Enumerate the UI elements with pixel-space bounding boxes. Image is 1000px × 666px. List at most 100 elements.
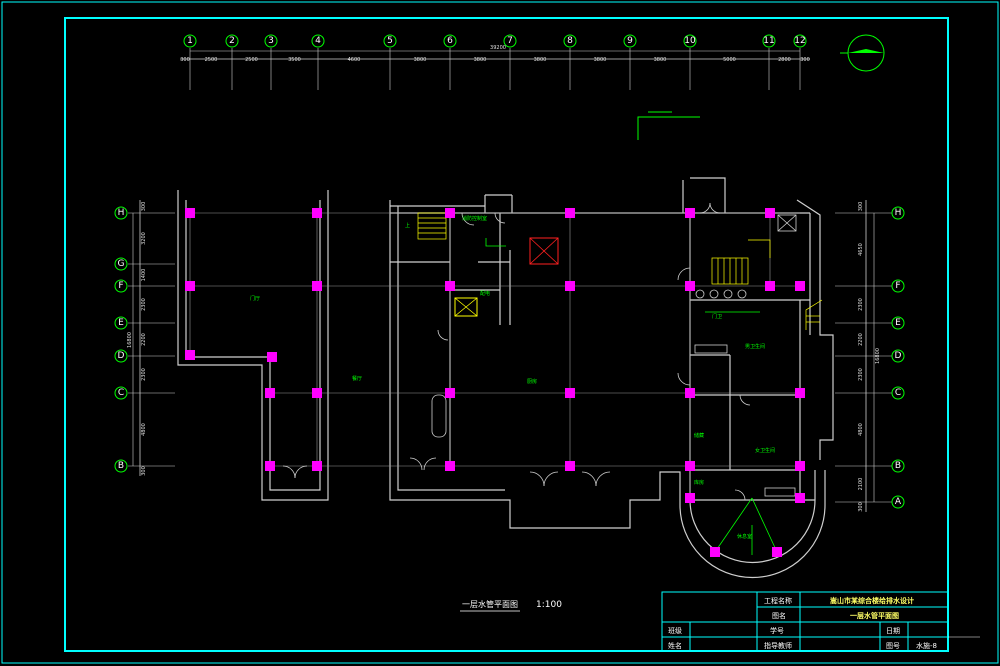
right-dim-value: 2100: [858, 478, 864, 491]
left-axis-label: D: [118, 351, 125, 361]
right-axis-label: B: [895, 461, 901, 471]
right-total-dim: 16800: [875, 348, 881, 364]
tb-sheet-no-label: 图号: [886, 642, 900, 650]
right-dim-value: 2200: [858, 333, 864, 346]
tb-instructor-label: 指导教师: [764, 641, 792, 650]
top-axis-label: 2: [229, 36, 235, 46]
column-marker: [565, 208, 575, 218]
north-arrow-icon: [840, 34, 885, 72]
column-marker: [685, 388, 695, 398]
top-axis-label: 12: [794, 36, 805, 46]
column-marker: [565, 281, 575, 291]
right-dim-value: 4650: [858, 243, 864, 256]
top-dim-value: 3800: [534, 57, 547, 63]
column-marker: [795, 281, 805, 291]
column-marker: [685, 281, 695, 291]
top-dim-value: 5000: [723, 57, 736, 63]
top-dim-value: 2500: [245, 57, 258, 63]
right-axis-label: E: [895, 318, 901, 328]
room-label-power: 配电: [480, 290, 490, 297]
column-marker: [312, 208, 322, 218]
top-axis-label: 10: [684, 36, 696, 46]
column-marker: [765, 281, 775, 291]
column-marker: [685, 493, 695, 503]
top-dim-value: 3800: [654, 57, 667, 63]
top-axis-label: 8: [567, 36, 573, 46]
top-axis-label: 11: [763, 36, 774, 46]
room-label-fire-control: 消防控制室: [462, 215, 487, 222]
right-axis-label: A: [895, 497, 902, 507]
building-walls: [177, 177, 834, 579]
void-opening: [529, 237, 559, 265]
column-marker: [795, 388, 805, 398]
left-axis-label: G: [118, 259, 125, 269]
room-label-womens-wc: 女卫生间: [755, 447, 775, 454]
left-dim-value: 3200: [141, 232, 147, 245]
column-marker: [185, 350, 195, 360]
tb-sheet-no: 水施-8: [916, 641, 937, 650]
top-axis-label: 1: [187, 36, 193, 46]
room-labels: 门厅 餐厅 厨房 消防控制室 配电 男卫生间 女卫生间 储藏 库房 休息室 门卫…: [250, 215, 775, 540]
left-axis-label: H: [118, 208, 125, 218]
top-dim-value: 300: [800, 57, 810, 63]
top-dim-value: 2800: [778, 57, 791, 63]
top-axis-label: 7: [507, 36, 513, 46]
door-swings: [282, 202, 751, 501]
tb-drawing-name: 一层水管平面图: [850, 611, 899, 620]
top-axis-label: 4: [315, 36, 321, 46]
room-label-storage: 储藏: [694, 432, 704, 439]
tb-student-no-label: 学号: [770, 626, 784, 635]
inner-frame: [64, 17, 949, 652]
room-label-dining: 餐厅: [352, 375, 362, 382]
right-axis-label: H: [895, 208, 902, 218]
tb-name-label: 姓名: [668, 641, 682, 650]
room-label-up: 上: [405, 222, 410, 229]
left-dim-value: 4800: [141, 423, 147, 436]
left-axis-label: C: [118, 388, 124, 398]
top-axis-grid: 1 2 3 4 5 6 7 8 9 10 11 12300 2500 2500 3500 4600 3800 38…: [180, 34, 810, 90]
column-marker: [795, 461, 805, 471]
top-dim-value: 3800: [594, 57, 607, 63]
right-axis-label: D: [895, 351, 902, 361]
column-marker: [185, 208, 195, 218]
column-marker: [265, 461, 275, 471]
top-dim-value: 4600: [348, 57, 361, 63]
drawing-scale: 1:100: [536, 600, 562, 610]
top-axis-label: 3: [268, 36, 274, 46]
top-dim-value: 3500: [288, 57, 301, 63]
top-axis-label: 9: [627, 36, 633, 46]
room-label-guard: 门卫: [712, 313, 722, 320]
left-total-dim: 16800: [127, 332, 133, 348]
top-axis-label: 6: [447, 36, 453, 46]
left-dim-value: 2300: [141, 368, 147, 381]
column-marker: [445, 388, 455, 398]
left-dim-value: 300: [141, 202, 147, 212]
column-marker: [772, 547, 782, 557]
left-axis-grid: H G F E D C B 300 3200 1400 2300 2200 2300 4800 300 168…: [114, 200, 175, 476]
column-marker: [445, 281, 455, 291]
left-dim-value: 2200: [141, 333, 147, 346]
room-label-lobby: 门厅: [250, 295, 260, 302]
cad-drawing-canvas: 1 2 3 4 5 6 7 8 9 10 11 12300 2500 2500 3500 4600 3800 38…: [1, 1, 999, 664]
right-dim-value: 300: [858, 202, 864, 212]
tb-date-label: 日期: [886, 627, 900, 635]
left-dim-value: 2300: [141, 298, 147, 311]
right-dim-value: 300: [858, 502, 864, 512]
top-dim-value: 3800: [414, 57, 427, 63]
column-marker: [312, 281, 322, 291]
outer-frame: [1, 1, 999, 664]
drawing-caption: 一层水管平面图: [462, 599, 518, 609]
column-marker: [265, 388, 275, 398]
column-marker: [565, 388, 575, 398]
room-label-warehouse: 库房: [694, 479, 704, 486]
left-axis-label: E: [118, 318, 124, 328]
room-label-kitchen: 厨房: [527, 378, 537, 385]
right-dim-value: 2300: [858, 298, 864, 311]
column-marker: [685, 208, 695, 218]
top-axis-label: 5: [387, 36, 393, 46]
right-dim-value: 2300: [858, 368, 864, 381]
column-marker: [312, 388, 322, 398]
total-width-dim: 39200: [490, 45, 506, 51]
left-axis-label: F: [118, 281, 123, 291]
top-dim-value: 3800: [474, 57, 487, 63]
